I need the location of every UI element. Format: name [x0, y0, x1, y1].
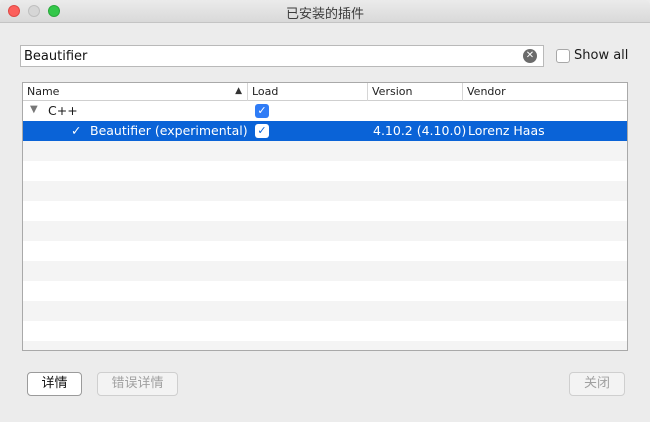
empty-row: [23, 141, 627, 161]
installed-plugins-dialog: 已安装的插件 Beautifier ✕ Show all Name ▲ Load…: [0, 0, 650, 422]
show-all-label: Show all: [574, 48, 629, 63]
table-body: ▼ C++ ✓ ✓ Beautifier (experimental) ✓ 4.…: [23, 101, 627, 350]
empty-row: [23, 261, 627, 281]
plugin-row-beautifier[interactable]: ✓ Beautifier (experimental) ✓ 4.10.2 (4.…: [23, 121, 627, 141]
empty-row: [23, 341, 627, 350]
column-header-vendor[interactable]: Vendor: [463, 83, 627, 101]
empty-row: [23, 241, 627, 261]
filter-input-value: Beautifier: [24, 49, 88, 64]
column-header-load[interactable]: Load: [248, 83, 368, 101]
empty-row: [23, 161, 627, 181]
error-details-button[interactable]: 错误详情: [97, 372, 178, 396]
sort-ascending-icon: ▲: [235, 86, 242, 96]
empty-row: [23, 321, 627, 341]
details-button[interactable]: 详情: [27, 372, 82, 396]
column-header-name[interactable]: Name ▲: [23, 83, 248, 101]
plugin-status-check-icon: ✓: [71, 123, 82, 138]
plugin-vendor: Lorenz Haas: [468, 123, 545, 138]
category-load-checkbox[interactable]: ✓: [255, 104, 269, 118]
column-name-label: Name: [27, 85, 60, 98]
filter-input[interactable]: Beautifier ✕: [20, 45, 544, 67]
plugin-name: Beautifier (experimental): [90, 123, 248, 138]
empty-row: [23, 201, 627, 221]
plugins-table: Name ▲ Load Version Vendor ▼ C++ ✓ ✓ Bea…: [22, 82, 628, 351]
show-all-checkbox-box[interactable]: [556, 49, 570, 63]
empty-row: [23, 181, 627, 201]
title-bar: 已安装的插件: [0, 0, 650, 23]
table-header: Name ▲ Load Version Vendor: [23, 83, 627, 101]
empty-row: [23, 301, 627, 321]
empty-row: [23, 281, 627, 301]
empty-row: [23, 221, 627, 241]
window-title: 已安装的插件: [285, 7, 364, 22]
expand-arrow-icon[interactable]: ▼: [30, 104, 38, 115]
category-name: C++: [48, 103, 78, 118]
plugin-version: 4.10.2 (4.10.0): [373, 123, 467, 138]
close-button[interactable]: 关闭: [569, 372, 625, 396]
column-header-version[interactable]: Version: [368, 83, 463, 101]
category-row-cpp[interactable]: ▼ C++ ✓: [23, 101, 627, 121]
plugin-load-checkbox[interactable]: ✓: [255, 124, 269, 138]
clear-icon[interactable]: ✕: [523, 49, 537, 63]
